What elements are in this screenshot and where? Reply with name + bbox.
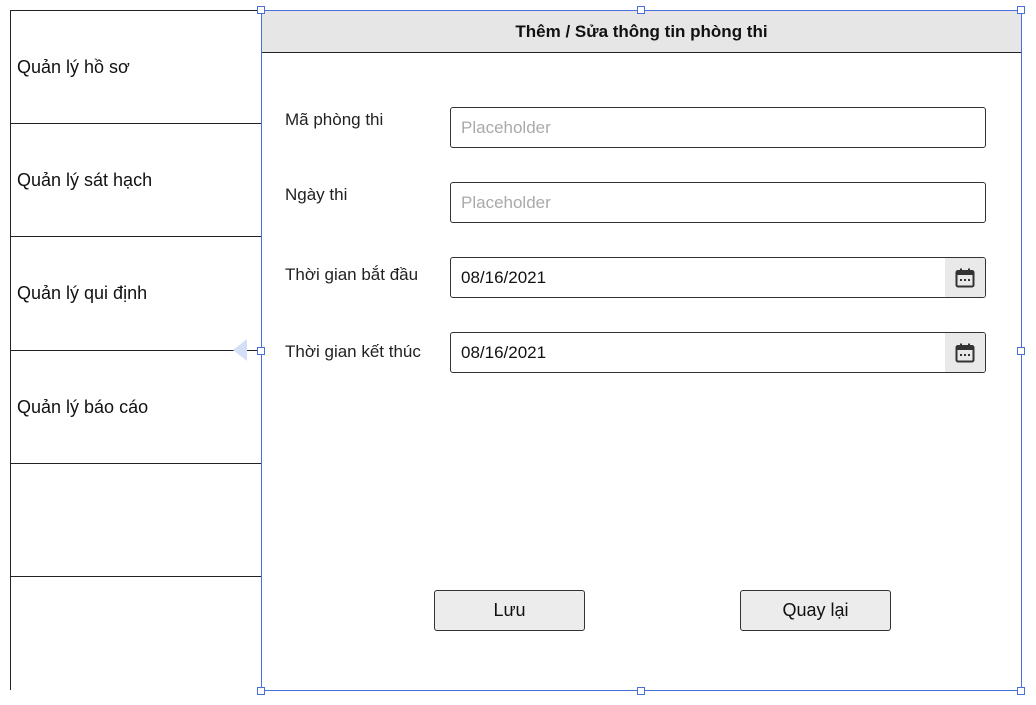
resize-handle-top-right[interactable] <box>1017 6 1025 14</box>
resize-handle-right[interactable] <box>1017 347 1025 355</box>
room-code-input[interactable] <box>450 107 986 148</box>
sidebar-item-sat-hach[interactable]: Quản lý sát hạch <box>11 124 261 237</box>
end-time-calendar-button[interactable] <box>945 333 985 372</box>
start-time-calendar-button[interactable] <box>945 258 985 297</box>
room-form-panel: Thêm / Sửa thông tin phòng thi Mã phòng … <box>261 10 1022 691</box>
back-button[interactable]: Quay lại <box>740 590 891 631</box>
resize-handle-bottom[interactable] <box>637 687 645 695</box>
save-button-label: Lưu <box>493 600 526 620</box>
sidebar-item-empty-2[interactable] <box>11 577 261 690</box>
sidebar-item-qui-dinh[interactable]: Quản lý qui định <box>11 237 261 351</box>
sidebar-item-ho-so[interactable]: Quản lý hồ sơ <box>11 11 261 124</box>
sidebar: Quản lý hồ sơ Quản lý sát hạch Quản lý q… <box>10 10 261 690</box>
end-time-value: 08/16/2021 <box>461 343 547 362</box>
sidebar-item-label: Quản lý hồ sơ <box>17 56 130 77</box>
panel-title: Thêm / Sửa thông tin phòng thi <box>262 11 1021 53</box>
start-time-value: 08/16/2021 <box>461 268 547 287</box>
end-time-datepicker[interactable]: 08/16/2021 <box>450 332 986 373</box>
sidebar-item-bao-cao[interactable]: Quản lý báo cáo <box>11 351 261 464</box>
calendar-icon <box>955 343 975 362</box>
resize-handle-bottom-left[interactable] <box>257 687 265 695</box>
calendar-icon <box>955 268 975 287</box>
resize-handle-top[interactable] <box>637 6 645 14</box>
sidebar-item-label: Quản lý qui định <box>17 283 148 303</box>
sidebar-item-label: Quản lý báo cáo <box>17 396 149 417</box>
resize-handle-top-left[interactable] <box>257 6 265 14</box>
sidebar-item-label: Quản lý sát hạch <box>17 169 153 190</box>
exam-date-input[interactable] <box>450 182 986 223</box>
panel-title-text: Thêm / Sửa thông tin phòng thi <box>515 21 768 41</box>
start-time-label: Thời gian bắt đầu <box>285 265 419 284</box>
sidebar-item-empty-1[interactable] <box>11 464 261 577</box>
back-button-label: Quay lại <box>782 600 849 620</box>
end-time-label: Thời gian kết thúc <box>285 342 421 361</box>
exam-date-label: Ngày thi <box>285 185 348 204</box>
resize-handle-left[interactable] <box>257 347 265 355</box>
collapse-arrow-icon[interactable] <box>233 339 247 361</box>
save-button[interactable]: Lưu <box>434 590 585 631</box>
start-time-datepicker[interactable]: 08/16/2021 <box>450 257 986 298</box>
resize-handle-bottom-right[interactable] <box>1017 687 1025 695</box>
room-code-label: Mã phòng thi <box>285 110 384 129</box>
